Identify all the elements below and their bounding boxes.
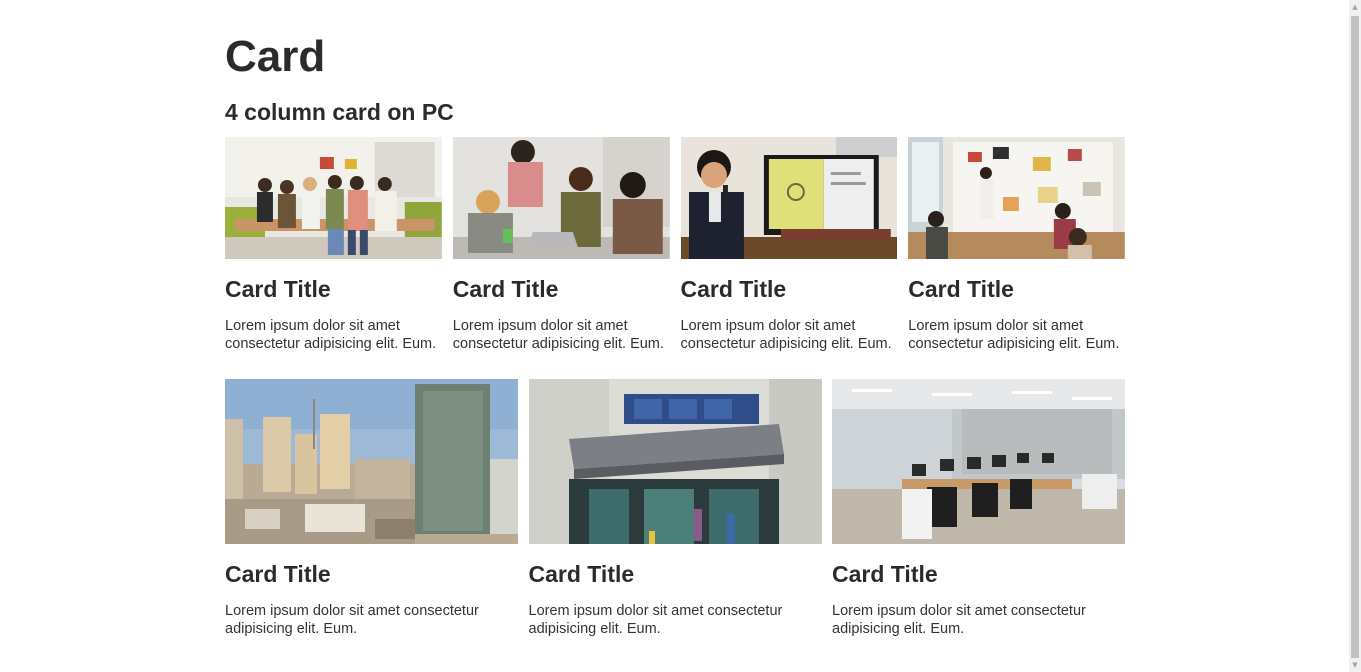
card-text: Lorem ipsum dolor sit amet consectetur a… [225,318,437,352]
scroll-down-arrow-icon[interactable]: ▼ [1349,658,1361,672]
card-image-team-laptop [452,137,670,259]
card-text: Lorem ipsum dolor sit amet consectetur a… [225,603,479,637]
card-image-team-group [225,137,442,259]
card-image-whiteboard-meeting [908,137,1125,259]
scrollbar-thumb[interactable] [1351,16,1359,658]
page: Card 4 column card on PC Card Title Lore… [0,0,1349,672]
card-title: Card Title [528,561,635,587]
card-image-presentation-screen [680,137,898,259]
scroll-up-arrow-icon[interactable]: ▲ [1349,0,1361,14]
vertical-scrollbar[interactable]: ▲ ▼ [1349,0,1361,672]
card-row-three-column: Card Title Lorem ipsum dolor sit amet co… [225,379,1125,638]
section-title: 4 column card on PC [225,99,454,125]
card[interactable]: Card Title Lorem ipsum dolor sit amet co… [528,379,822,638]
card[interactable]: Card Title Lorem ipsum dolor sit amet co… [908,137,1125,353]
page-title: Card [225,32,326,81]
card-row-four-column: Card Title Lorem ipsum dolor sit amet co… [225,137,1125,353]
card-image-office-interior [832,379,1125,544]
card[interactable]: Card Title Lorem ipsum dolor sit amet co… [225,379,518,638]
card-text: Lorem ipsum dolor sit amet consectetur a… [528,603,783,637]
card-title: Card Title [452,276,559,302]
card-title: Card Title [680,276,787,302]
card-text: Lorem ipsum dolor sit amet consectetur a… [832,603,1086,637]
card-text: Lorem ipsum dolor sit amet consectetur a… [452,318,664,352]
card-title: Card Title [225,561,331,587]
card[interactable]: Card Title Lorem ipsum dolor sit amet co… [680,137,898,353]
card-title: Card Title [225,276,331,302]
card-title: Card Title [908,276,1014,302]
card-title: Card Title [832,561,938,587]
card-text: Lorem ipsum dolor sit amet consectetur a… [908,318,1120,352]
card[interactable]: Card Title Lorem ipsum dolor sit amet co… [452,137,670,353]
card[interactable]: Card Title Lorem ipsum dolor sit amet co… [832,379,1125,638]
card[interactable]: Card Title Lorem ipsum dolor sit amet co… [225,137,442,353]
card-image-city-skyline [225,379,518,544]
card-image-building-entrance [528,379,822,544]
card-text: Lorem ipsum dolor sit amet consectetur a… [680,318,892,352]
